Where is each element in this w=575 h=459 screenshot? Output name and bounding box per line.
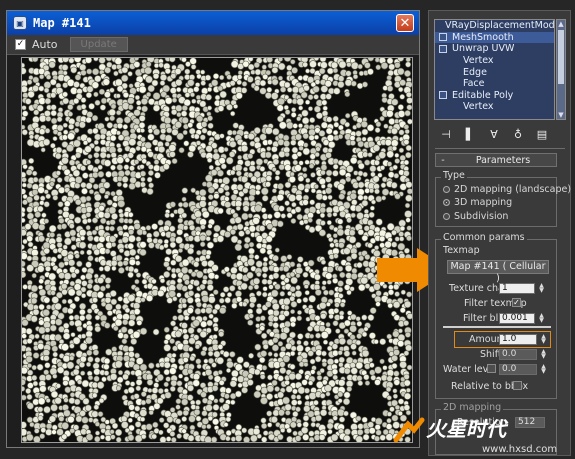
window-titlebar[interactable]: ▣ Map #141 ✕ [7,11,419,35]
modifier-stack-scrollbar[interactable]: ▲ ▼ [556,19,566,120]
texture-chan-input[interactable]: 1 [499,283,535,294]
stack-item[interactable]: Vertex [435,55,554,67]
filter-texmap-checkbox[interactable]: ✓ [512,298,521,307]
update-button[interactable]: Update [69,37,128,52]
configure-modifier-sets-icon[interactable]: ▤ [535,127,549,141]
radio-subdivision[interactable]: Subdivision [443,211,508,222]
stack-toolbar: ⊣ ▌ ∀ ♁ ▤ [435,125,565,143]
texmap-label: Texmap [443,245,480,256]
radio-3d-mapping[interactable]: 3D mapping [443,197,512,208]
amount-input[interactable]: 1.0 [499,334,537,345]
preview-toolbar: ✓ Auto Update [7,35,419,55]
scroll-up-icon[interactable]: ▲ [557,20,565,28]
radio-selected-icon [443,199,450,206]
texmap-button[interactable]: Map #141 ( Cellular ) [447,260,549,284]
app-icon: ▣ [13,16,27,30]
amount-spinner-icon[interactable]: ▲ ▼ [540,334,547,345]
water-level-checkbox[interactable] [487,364,496,373]
rollout-title: Parameters [475,154,531,166]
stack-item-label: Vertex [463,101,494,113]
modifier-stack-list[interactable]: VRayDisplacementMod MeshSmooth Unwrap UVW V… [434,19,555,120]
stack-item-label: Unwrap UVW [452,43,515,55]
scroll-down-icon[interactable]: ▼ [557,111,565,119]
radio-label: 2D mapping (landscape) [454,184,572,195]
stack-item[interactable]: Vertex [435,101,554,113]
stack-item-label: Vertex [463,55,494,67]
make-unique-icon[interactable]: ∀ [487,127,501,141]
water-level-spinner-icon[interactable]: ▲ ▼ [540,364,547,375]
texture-chan-spinner-icon[interactable]: ▲ ▼ [538,283,545,294]
stack-item[interactable]: MeshSmooth [435,31,554,44]
shift-input[interactable]: 0.0 [499,349,537,360]
window-title: Map #141 [33,16,91,30]
common-params-label: Common params [441,232,527,243]
radio-2d-mapping[interactable]: 2D mapping (landscape) [443,184,571,195]
show-end-result-icon[interactable]: ▌ [463,127,477,141]
watermark-logo: 火星时代 www.hxsd.com [393,417,557,455]
watermark-url: www.hxsd.com [482,444,557,455]
relative-to-bbox-checkbox[interactable] [513,381,522,390]
expand-icon[interactable] [439,44,447,53]
panel-divider [435,148,565,149]
scrollbar-thumb[interactable] [558,30,564,84]
parameters-rollout-header[interactable]: - Parameters [435,153,557,167]
shift-spinner-icon[interactable]: ▲ ▼ [540,349,547,360]
params-divider [443,326,551,328]
expand-icon[interactable] [439,33,447,42]
stack-item-label: Edge [463,66,487,78]
watermark-brand: 火星时代 [426,417,509,441]
modify-panel: VRayDisplacementMod MeshSmooth Unwrap UVW V… [428,10,571,456]
stack-item[interactable]: Face [435,78,554,90]
expand-icon[interactable] [439,91,447,100]
rollout-collapse-icon: - [441,154,445,166]
auto-label: Auto [32,38,58,51]
filter-blur-spinner-icon[interactable]: ▲ ▼ [538,313,545,324]
stack-item[interactable]: Edge [435,66,554,78]
stack-item[interactable]: Editable Poly [435,90,554,102]
cellular-noise-image [22,58,412,442]
screenshot: ▣ Map #141 ✕ ✓ Auto Update VRayDisplacem… [0,0,575,459]
filter-blur-input[interactable]: 0.001 [499,313,535,324]
stack-item-label: Face [463,78,485,90]
radio-label: Subdivision [454,211,509,222]
stack-item-label: Editable Poly [452,89,514,101]
radio-icon [443,213,450,220]
stack-item[interactable]: VRayDisplacementMod [435,20,554,32]
radio-label: 3D mapping [454,197,513,208]
stack-item-label: VRayDisplacementMod [445,20,555,32]
radio-icon [443,186,450,193]
water-level-input[interactable]: 0.0 [499,364,537,375]
close-button[interactable]: ✕ [396,14,414,32]
pin-stack-icon[interactable]: ⊣ [439,127,453,141]
auto-checkbox[interactable]: ✓ [15,39,26,50]
cellular-texture-preview [21,57,413,443]
map-preview-window: ▣ Map #141 ✕ ✓ Auto Update [6,10,420,448]
stack-item-label: MeshSmooth [452,31,514,43]
stack-item[interactable]: Unwrap UVW [435,43,554,55]
remove-modifier-icon[interactable]: ♁ [511,127,525,141]
type-group-label: Type [441,170,467,181]
